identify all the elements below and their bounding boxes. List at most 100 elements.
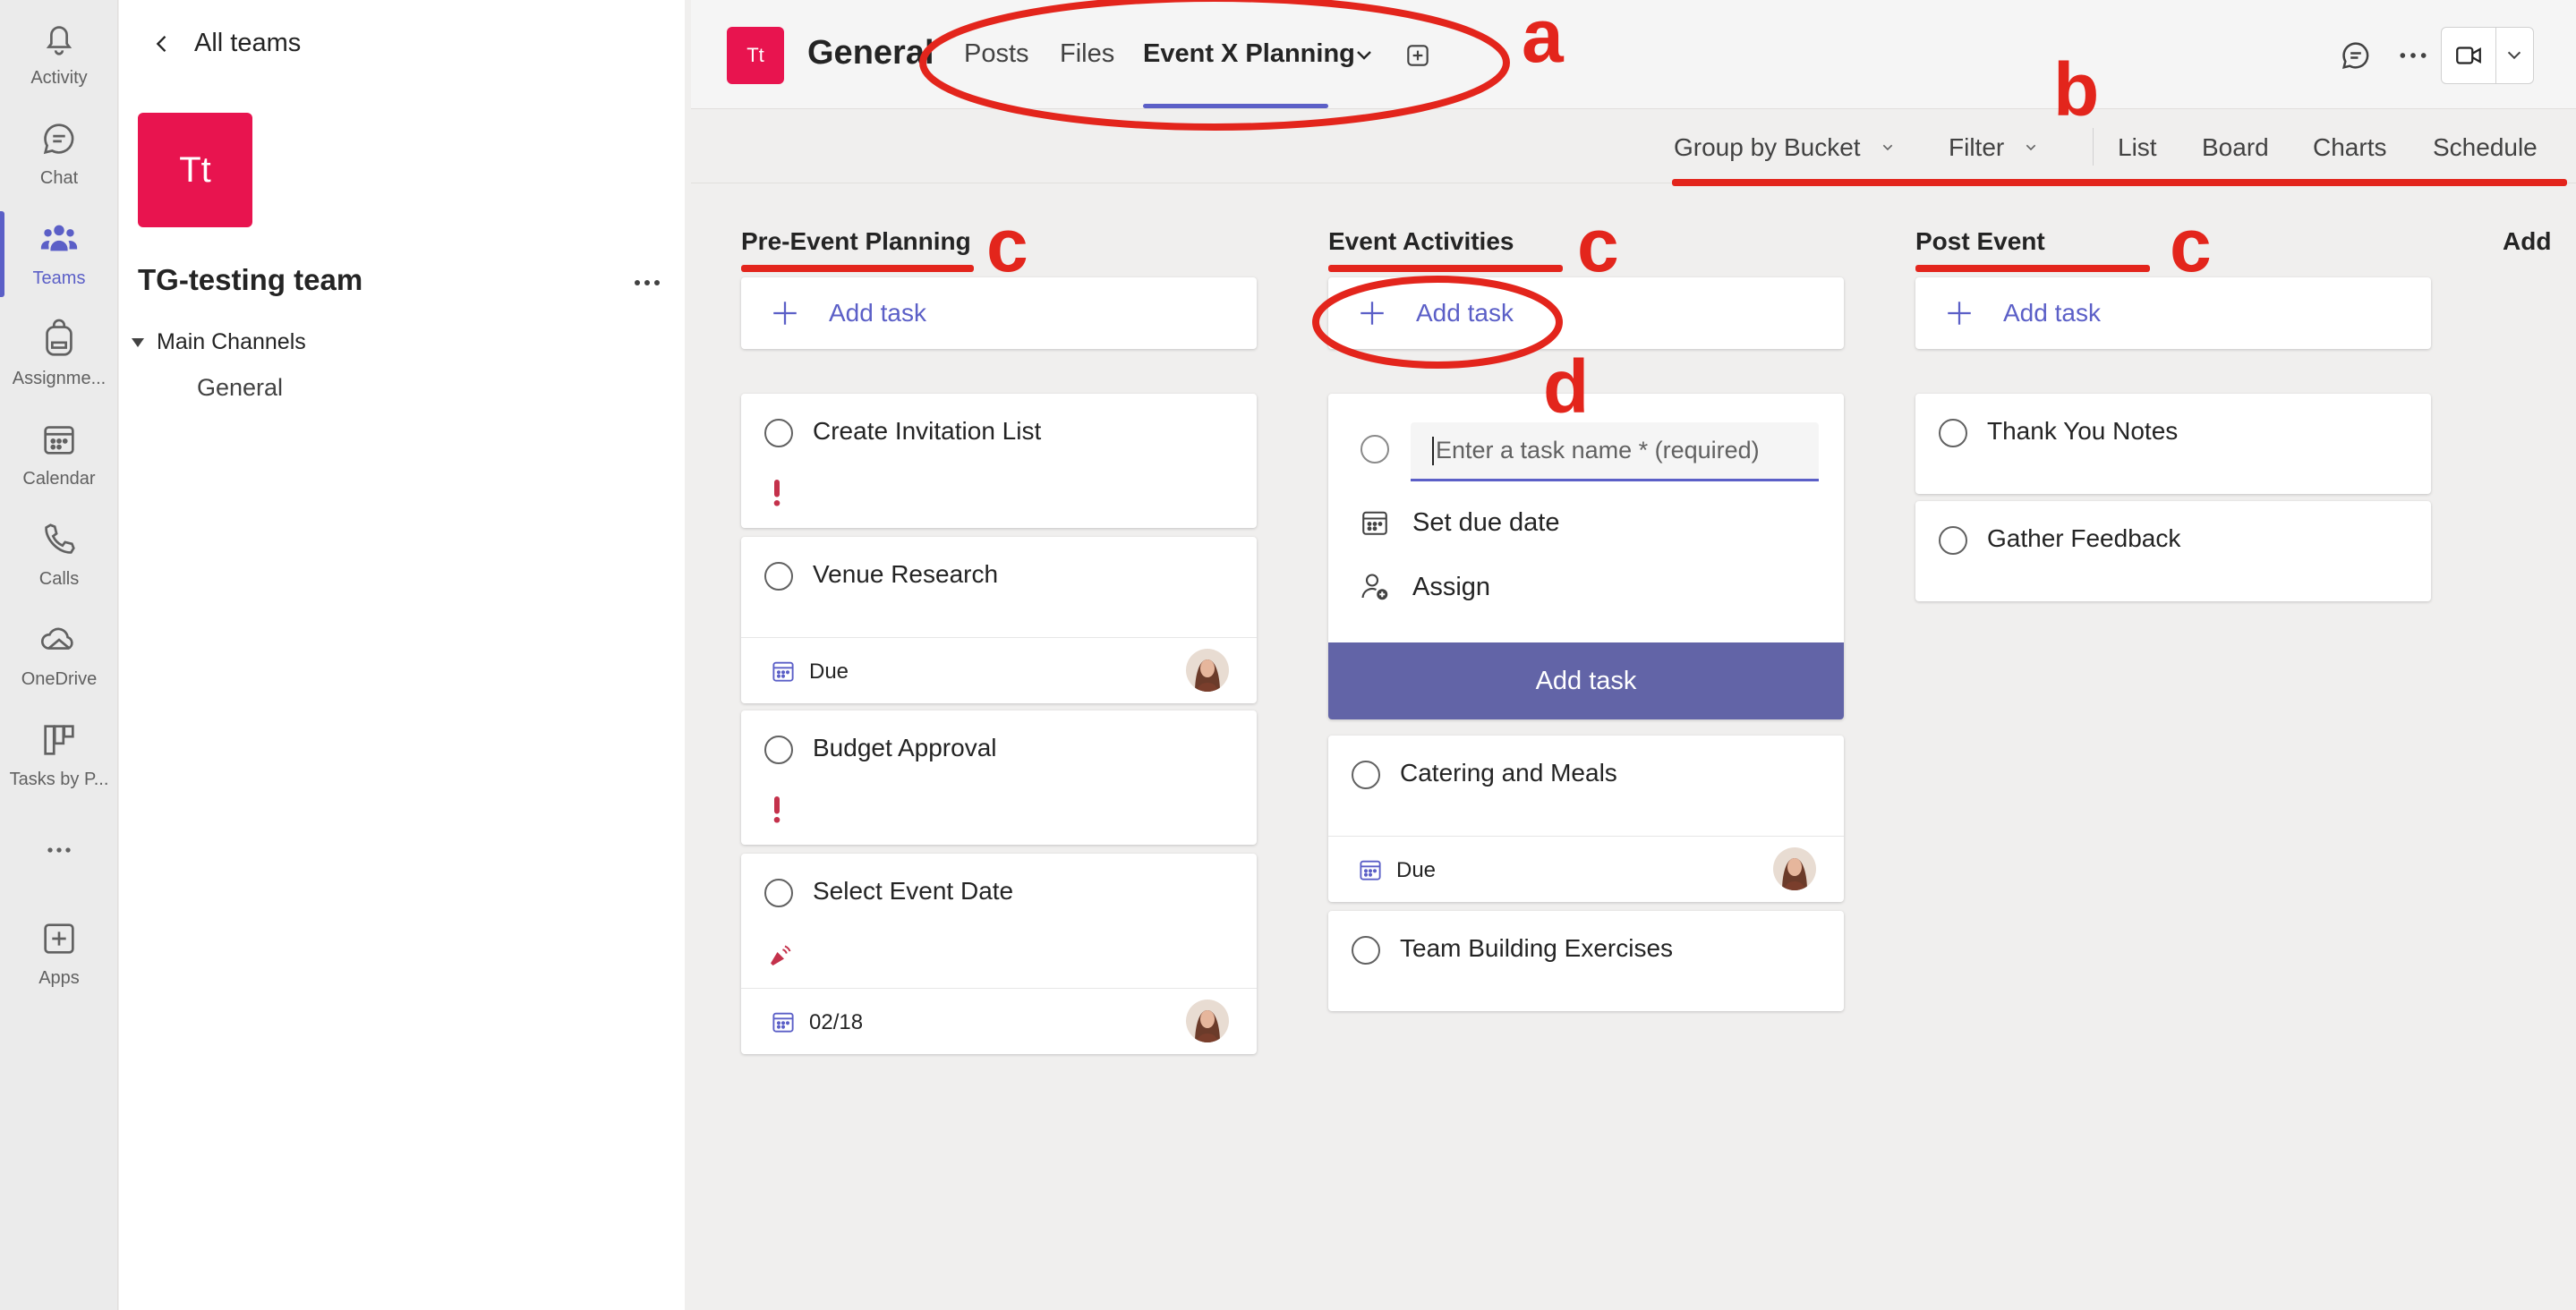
channel-header: Tt General Posts Files Event X Planning <box>691 0 2576 109</box>
urgent-priority-icon <box>771 945 791 965</box>
assignee-avatar[interactable] <box>1186 1000 1229 1042</box>
assign-label: Assign <box>1412 572 1491 601</box>
new-task-form: Enter a task name * (required) Set due d… <box>1328 394 1844 719</box>
due-date: 02/18 <box>809 1010 864 1034</box>
tasks-icon <box>44 725 74 755</box>
channel-general[interactable]: General <box>197 374 283 402</box>
tab-event-x-planning[interactable]: Event X Planning <box>1143 39 1355 69</box>
view-board[interactable]: Board <box>2202 133 2269 162</box>
rail-item-tasks[interactable]: Tasks by P... <box>0 719 118 809</box>
set-due-date-button[interactable]: Set due date <box>1359 506 1559 539</box>
chevron-down-icon <box>2508 51 2521 60</box>
text-caret <box>1432 436 1434 465</box>
complete-task-checkbox[interactable] <box>1352 761 1380 789</box>
filter-dropdown[interactable]: Filter <box>1949 133 2038 162</box>
annotation-underline-b <box>1672 179 2567 186</box>
rail-label: Assignme... <box>12 369 107 388</box>
channel-avatar: Tt <box>727 27 784 84</box>
task-card[interactable]: Team Building Exercises <box>1328 911 1844 1011</box>
rail-item-assignments[interactable]: Assignme... <box>0 319 118 408</box>
annotation-label-a: a <box>1522 0 1564 78</box>
channel-title: General <box>807 34 934 72</box>
all-teams-link[interactable]: All teams <box>149 29 301 58</box>
rail-more-apps[interactable] <box>0 832 118 868</box>
caret-down-icon <box>132 337 144 347</box>
chevron-down-icon[interactable] <box>1353 45 1375 66</box>
more-options-icon[interactable] <box>2395 38 2431 73</box>
video-camera-icon <box>2456 47 2481 64</box>
add-bucket-button[interactable]: Add <box>2503 227 2576 256</box>
assign-button[interactable]: Assign <box>1359 571 1490 603</box>
rail-label: Calls <box>38 569 80 589</box>
meet-button[interactable] <box>2442 28 2496 83</box>
main-channels-header[interactable]: Main Channels <box>132 329 306 355</box>
add-app-icon <box>44 923 74 954</box>
rail-item-activity[interactable]: Activity <box>0 18 118 107</box>
task-card[interactable]: Select Event Date 02/18 <box>741 854 1257 1054</box>
bucket-title-post-event[interactable]: Post Event <box>1915 227 2045 256</box>
cloud-icon <box>40 627 73 650</box>
task-card[interactable]: Catering and Meals Due <box>1328 736 1844 902</box>
tab-posts[interactable]: Posts <box>964 39 1029 69</box>
rail-label: Teams <box>32 268 86 288</box>
bucket-title-event-activities[interactable]: Event Activities <box>1328 227 1514 256</box>
task-card[interactable]: Thank You Notes <box>1915 394 2431 494</box>
team-avatar: Tt <box>138 113 252 227</box>
chevron-down-icon <box>1882 144 1892 151</box>
rail-item-calendar[interactable]: Calendar <box>0 419 118 508</box>
complete-task-checkbox[interactable] <box>764 419 793 447</box>
assignee-avatar[interactable] <box>1186 649 1229 692</box>
person-photo-icon <box>1186 1000 1229 1042</box>
submit-add-task-button[interactable]: Add task <box>1328 642 1844 719</box>
task-title: Create Invitation List <box>813 417 1042 445</box>
rail-item-chat[interactable]: Chat <box>0 118 118 208</box>
task-card[interactable]: Create Invitation List <box>741 394 1257 528</box>
meet-dropdown-button[interactable] <box>2496 28 2533 83</box>
complete-task-checkbox[interactable] <box>764 736 793 764</box>
rail-item-apps[interactable]: Apps <box>0 918 118 1008</box>
calendar-icon <box>772 661 794 682</box>
add-tab-icon[interactable] <box>1403 41 1432 70</box>
important-priority-icon <box>773 480 780 506</box>
complete-task-checkbox[interactable] <box>764 879 793 907</box>
team-name: TG-testing team <box>138 263 363 296</box>
rail-label: Activity <box>30 68 88 88</box>
app-rail: Activity Chat Teams Assignme... Calendar… <box>0 0 118 1310</box>
view-schedule[interactable]: Schedule <box>2433 133 2538 162</box>
assignee-avatar[interactable] <box>1773 847 1816 890</box>
due-date: Due <box>809 659 849 684</box>
task-name-input[interactable]: Enter a task name * (required) <box>1411 422 1819 481</box>
calendar-icon <box>1362 511 1387 535</box>
task-name-placeholder: Enter a task name * (required) <box>1436 437 1760 464</box>
add-task-label: Add task <box>1416 299 1514 327</box>
view-list[interactable]: List <box>2118 133 2157 162</box>
group-by-label: Group by Bucket <box>1674 133 1861 161</box>
view-charts[interactable]: Charts <box>2313 133 2386 162</box>
annotation-underline-c <box>1915 265 2150 272</box>
annotation-label-d: d <box>1543 345 1590 429</box>
task-card[interactable]: Venue Research Due <box>741 537 1257 703</box>
rail-item-onedrive[interactable]: OneDrive <box>0 619 118 709</box>
rail-item-calls[interactable]: Calls <box>0 519 118 608</box>
annotation-label-c: c <box>1577 203 1619 287</box>
annotation-label-c: c <box>2170 203 2212 287</box>
complete-task-checkbox[interactable] <box>1939 419 1967 447</box>
task-card[interactable]: Budget Approval <box>741 710 1257 845</box>
complete-task-checkbox[interactable] <box>1352 936 1380 965</box>
task-card-footer: 02/18 <box>741 988 1257 1054</box>
complete-task-checkbox[interactable] <box>1361 435 1389 464</box>
complete-task-checkbox[interactable] <box>1939 526 1967 555</box>
calendar-icon <box>44 426 74 455</box>
task-card[interactable]: Gather Feedback <box>1915 501 2431 601</box>
bucket-title-pre-event-planning[interactable]: Pre-Event Planning <box>741 227 971 256</box>
calendar-icon <box>1360 860 1381 880</box>
team-more-options-icon[interactable] <box>631 270 663 295</box>
complete-task-checkbox[interactable] <box>764 562 793 591</box>
rail-item-teams[interactable]: Teams <box>0 211 118 308</box>
conversation-icon[interactable] <box>2338 38 2374 73</box>
group-by-dropdown[interactable]: Group by Bucket <box>1674 133 1895 162</box>
rail-label: Apps <box>38 968 80 988</box>
tab-files[interactable]: Files <box>1060 39 1114 69</box>
rail-label: Tasks by P... <box>9 770 109 789</box>
plus-icon <box>773 302 797 325</box>
